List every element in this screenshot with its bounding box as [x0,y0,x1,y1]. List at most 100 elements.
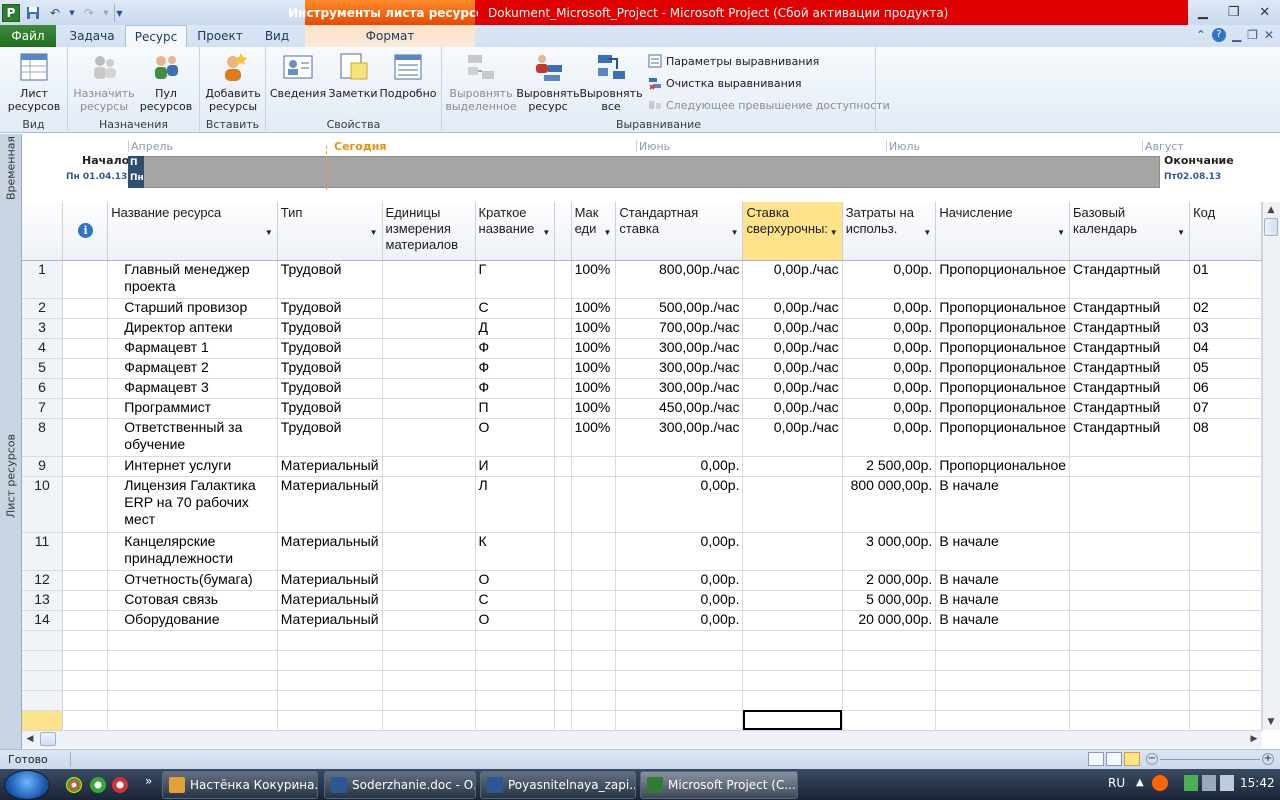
scroll-up-icon[interactable]: ▲ [1263,202,1279,218]
cell-type[interactable]: Трудовой [277,298,383,319]
cell-cal[interactable] [1069,532,1191,571]
cell-std[interactable]: 0,00р. [615,532,744,571]
cell-ovt[interactable] [742,456,843,477]
network-icon[interactable] [1202,775,1216,791]
resource-sheet-view-icon[interactable] [1124,752,1140,766]
cell-cal[interactable]: Стандартный [1069,398,1191,419]
empty-cell[interactable] [935,670,1071,691]
zoom-in-icon[interactable]: + [1262,753,1274,765]
cell-ovt[interactable] [742,532,843,571]
cell-ovt[interactable]: 0,00р./час [742,358,843,379]
column-header-type[interactable]: Тип ▼ [277,202,383,261]
empty-cell[interactable] [62,709,109,730]
cell-std[interactable]: 0,00р. [615,610,744,631]
cell-type[interactable]: Материальный [277,590,383,611]
cell-name[interactable]: Директор аптеки [107,318,278,339]
resource-pool-button[interactable]: Пул ресурсов [136,51,196,113]
empty-cell[interactable] [107,709,278,730]
cell-info[interactable] [62,398,109,419]
table-row[interactable]: 11 Канцелярские принадлежности Материальны… [22,532,1262,571]
cell-mat[interactable] [382,590,476,611]
empty-cell[interactable] [571,670,617,691]
cell-short[interactable]: Г [475,260,556,299]
empty-cell[interactable] [22,670,64,691]
cell-mat[interactable] [382,298,476,319]
cell-short[interactable]: Д [475,318,556,339]
cell-name[interactable]: Сотовая связь [107,590,278,611]
tab-view[interactable]: Вид [252,25,302,47]
cell-info[interactable] [62,590,109,611]
cell-name[interactable]: Ответственный за обучение [107,418,278,457]
taskbar-task-3[interactable]: Poyasnitelnaya_zapi... [480,771,636,799]
column-filter-dropdown-icon[interactable]: ▼ [370,225,378,241]
cell-cost[interactable]: 3 000,00р. [842,532,937,571]
cell-info[interactable] [62,378,109,399]
cell-id[interactable]: 6 [22,378,64,399]
cell-std[interactable]: 500,00р./час [615,298,744,319]
resource-sheet-button[interactable]: Лист ресурсов [6,51,62,113]
empty-cell[interactable] [22,650,64,671]
empty-cell[interactable] [554,630,572,651]
cell-blank[interactable] [554,570,572,591]
scroll-down-icon[interactable]: ▼ [1263,714,1279,730]
cell-accrue[interactable]: Пропорциональное [935,358,1071,379]
empty-cell[interactable] [742,709,843,730]
cell-name[interactable]: Фармацевт 3 [107,378,278,399]
customize-qat-icon[interactable]: ▼ [114,4,124,22]
cell-mat[interactable] [382,338,476,359]
cell-cal[interactable] [1069,610,1191,631]
empty-cell[interactable] [475,690,556,711]
table-row[interactable]: 12 Отчетность(бумага) Материальный О 0,00р. 2… [22,570,1262,591]
empty-cell[interactable] [475,709,556,730]
redo-icon[interactable]: ↷ [80,4,98,22]
empty-cell[interactable] [277,709,383,730]
table-row[interactable]: 2 Старший провизор Трудовой С 100% 500,00р./ч… [22,298,1262,319]
column-filter-dropdown-icon[interactable]: ▼ [542,225,550,241]
cell-cost[interactable]: 0,00р. [842,358,937,379]
select-all-corner[interactable] [22,202,64,261]
empty-cell[interactable] [1189,670,1262,691]
cell-ovt[interactable]: 0,00р./час [742,398,843,419]
cell-std[interactable]: 800,00р./час [615,260,744,299]
redo-dropdown-icon[interactable]: ▼ [102,4,110,22]
horizontal-scroll-thumb[interactable] [40,732,56,746]
table-row[interactable]: 3 Директор аптеки Трудовой Д 100% 700,00р./ча… [22,318,1262,339]
cell-cost[interactable]: 0,00р. [842,378,937,399]
cell-type[interactable]: Трудовой [277,358,383,379]
empty-cell[interactable] [554,709,572,730]
empty-cell[interactable] [382,709,476,730]
column-header-name[interactable]: Название ресурса ▼ [107,202,278,261]
cell-cal[interactable]: Стандартный [1069,418,1191,457]
empty-row[interactable] [22,670,1262,691]
volume-icon[interactable] [1220,775,1234,791]
cell-type[interactable]: Трудовой [277,260,383,299]
cell-blank[interactable] [554,456,572,477]
cell-code[interactable]: 03 [1189,318,1262,339]
horizontal-scrollbar[interactable]: ◀ ▶ [22,730,1262,748]
cell-type[interactable]: Материальный [277,610,383,631]
empty-cell[interactable] [1189,690,1262,711]
next-overallocation-button[interactable]: Следующее превышение доступности [648,98,890,112]
cell-ovt[interactable]: 0,00р./час [742,298,843,319]
empty-cell[interactable] [62,650,109,671]
cell-std[interactable]: 300,00р./час [615,378,744,399]
empty-cell[interactable] [22,630,64,651]
cell-info[interactable] [62,476,109,533]
empty-cell[interactable] [382,630,476,651]
cell-cal[interactable] [1069,476,1191,533]
empty-cell[interactable] [615,709,744,730]
cell-max[interactable]: 100% [571,318,617,339]
cell-max[interactable]: 100% [571,418,617,457]
cell-max[interactable]: 100% [571,358,617,379]
clear-leveling-button[interactable]: Очистка выравнивания [648,76,802,90]
doc-restore-icon[interactable]: ❐ [1247,28,1258,42]
undo-dropdown-icon[interactable]: ▼ [68,4,76,22]
cell-id[interactable]: 5 [22,358,64,379]
cell-mat[interactable] [382,610,476,631]
column-filter-dropdown-icon[interactable]: ▼ [923,225,931,241]
cell-accrue[interactable]: Пропорциональное [935,378,1071,399]
empty-cell[interactable] [277,690,383,711]
vertical-scrollbar[interactable]: ▲ ▼ [1262,202,1280,730]
cell-mat[interactable] [382,318,476,339]
empty-cell[interactable] [1069,630,1191,651]
